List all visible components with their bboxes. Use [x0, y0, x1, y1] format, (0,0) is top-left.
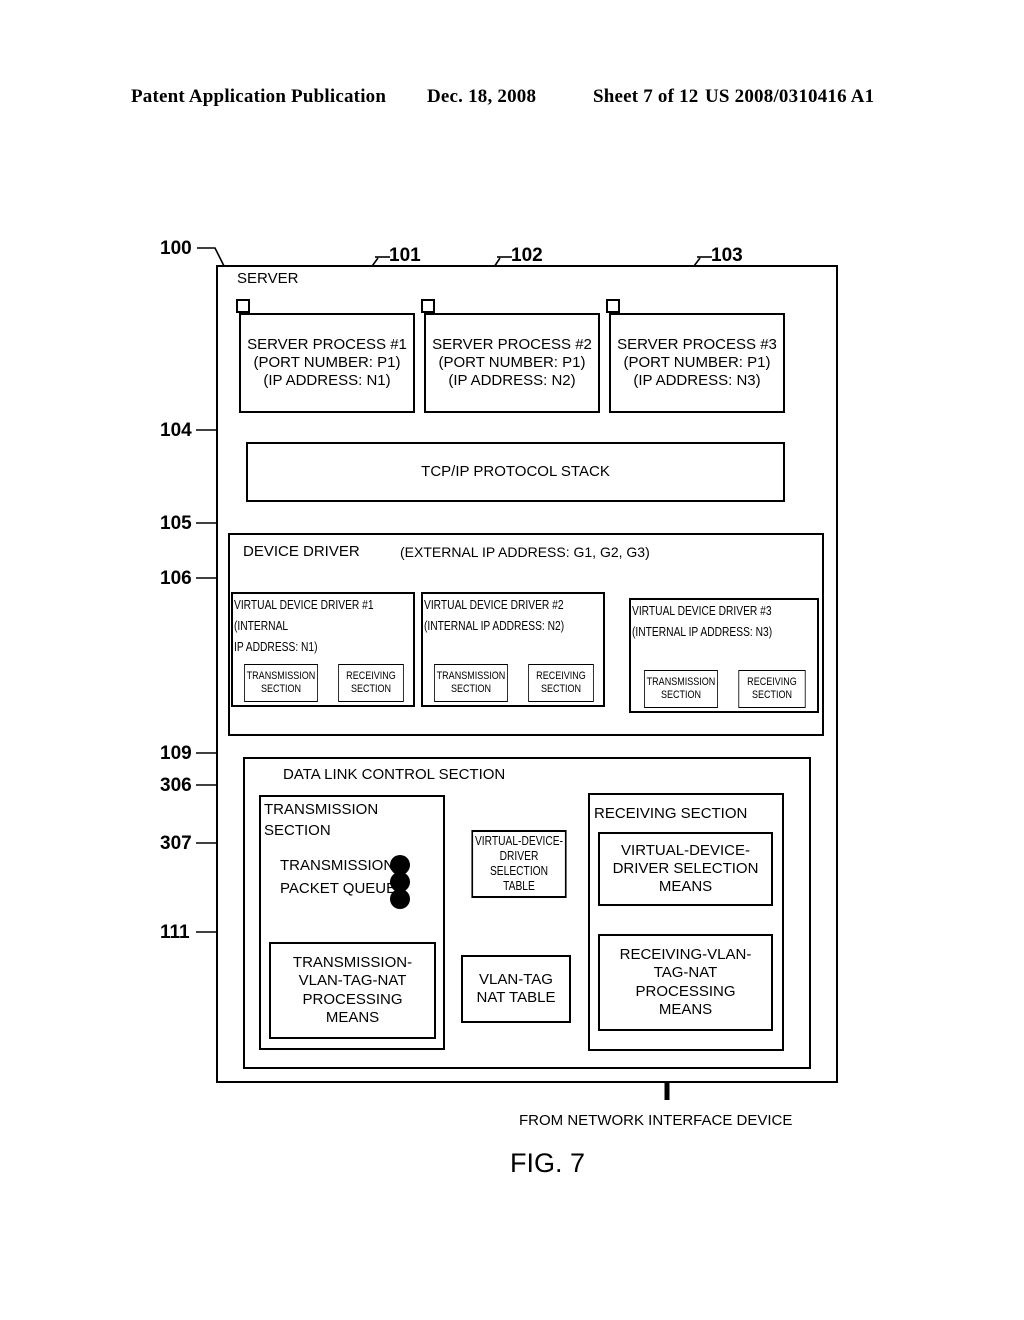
rx-nat-l4: MEANS — [658, 1000, 713, 1018]
queue-packet-dot-3 — [390, 889, 410, 909]
transmission-vlan-tag-nat-processing-means: TRANSMISSION- VLAN-TAG-NAT PROCESSING ME… — [269, 942, 436, 1039]
figure-label: FIG. 7 — [510, 1148, 586, 1178]
server-process-3-ip: (IP ADDRESS: N3) — [633, 372, 761, 390]
vdd-2-rx-line1: RECEIVING — [536, 669, 586, 682]
receiving-section-title: RECEIVING SECTION — [594, 805, 748, 822]
virtual-device-driver-selection-means: VIRTUAL-DEVICE- DRIVER SELECTION MEANS — [598, 832, 773, 906]
vdd-selection-means-l2: DRIVER SELECTION — [612, 859, 759, 877]
vdd-3-tx-line1: TRANSMISSION — [646, 675, 716, 688]
tx-nat-l3: PROCESSING — [302, 990, 403, 1008]
transmission-packet-queue-l1: TRANSMISSION — [280, 857, 395, 874]
tx-nat-l4: MEANS — [325, 1008, 380, 1026]
vlan-tag-nat-table-l2: NAT TABLE — [476, 989, 556, 1006]
process-tab-icon-1 — [236, 299, 250, 313]
patent-figure-page: Patent Application Publication Dec. 18, … — [0, 0, 1024, 1320]
process-tab-icon-3 — [606, 299, 620, 313]
vdd-1-tx-line1: TRANSMISSION — [246, 669, 316, 682]
ref-101: 101 — [389, 245, 421, 266]
vlan-tag-nat-table-l1: VLAN-TAG — [479, 970, 553, 988]
server-process-1-ip: (IP ADDRESS: N1) — [263, 372, 391, 390]
server-process-2-ip: (IP ADDRESS: N2) — [448, 372, 576, 390]
tcpip-label: TCP/IP PROTOCOL STACK — [421, 462, 610, 480]
vdd-3-receiving-section: RECEIVING SECTION — [738, 670, 806, 708]
tcpip-protocol-stack: TCP/IP PROTOCOL STACK — [246, 442, 785, 502]
server-process-2-port: (PORT NUMBER: P1) — [438, 353, 586, 371]
vdd-2-tx-line2: SECTION — [450, 683, 492, 695]
vdd-1-receiving-section: RECEIVING SECTION — [338, 664, 404, 702]
vdd-1-rx-line1: RECEIVING — [346, 669, 396, 682]
server-process-3: SERVER PROCESS #3 (PORT NUMBER: P1) (IP … — [609, 313, 785, 413]
ref-105: 105 — [160, 513, 192, 534]
transmission-section-title-l1: TRANSMISSION — [264, 801, 379, 818]
virtual-device-driver-selection-table: VIRTUAL-DEVICE- DRIVER SELECTION TABLE — [471, 830, 567, 898]
vdd-selection-table-l2: DRIVER SELECTION — [489, 848, 549, 878]
rx-nat-l1: RECEIVING-VLAN- — [619, 945, 752, 963]
server-process-1-port: (PORT NUMBER: P1) — [253, 353, 401, 371]
receiving-vlan-tag-nat-processing-means: RECEIVING-VLAN- TAG-NAT PROCESSING MEANS — [598, 934, 773, 1031]
vdd-2-receiving-section: RECEIVING SECTION — [528, 664, 594, 702]
ref-104: 104 — [160, 420, 192, 441]
server-process-2-name: SERVER PROCESS #2 — [432, 335, 592, 353]
vdd-1-internal-ip-line1: (INTERNAL — [234, 619, 289, 633]
process-tab-icon-2 — [421, 299, 435, 313]
ref-103: 103 — [711, 245, 743, 266]
vdd-2-internal-ip-line1: (INTERNAL IP ADDRESS: N2) — [424, 619, 565, 633]
vdd-2-rx-line2: SECTION — [540, 683, 582, 695]
server-process-2: SERVER PROCESS #2 (PORT NUMBER: P1) (IP … — [424, 313, 600, 413]
vdd-selection-means-l1: VIRTUAL-DEVICE- — [621, 841, 750, 859]
vdd-1-tx-line2: SECTION — [260, 683, 302, 695]
vdd-3-tx-line2: SECTION — [660, 689, 702, 701]
vdd-3-rx-line1: RECEIVING — [747, 675, 797, 688]
ref-106: 106 — [160, 568, 192, 589]
vdd-3-transmission-section: TRANSMISSION SECTION — [644, 670, 718, 708]
rx-nat-l3: PROCESSING — [635, 982, 736, 1000]
ref-109: 109 — [160, 743, 192, 764]
vdd-selection-table-l3: TABLE — [503, 879, 535, 894]
vdd-3-rx-line2: SECTION — [751, 689, 793, 701]
ref-307: 307 — [160, 833, 192, 854]
vdd-1-rx-line2: SECTION — [350, 683, 392, 695]
transmission-section-title-l2: SECTION — [264, 822, 331, 839]
server-process-1-name: SERVER PROCESS #1 — [247, 335, 407, 353]
ref-100: 100 — [160, 238, 192, 259]
vdd-3-title: VIRTUAL DEVICE DRIVER #3 — [632, 604, 772, 618]
server-process-3-port: (PORT NUMBER: P1) — [623, 353, 771, 371]
vdd-1-transmission-section: TRANSMISSION SECTION — [244, 664, 318, 702]
header-sheet: Sheet 7 of 12 — [593, 86, 699, 107]
vdd-2-tx-line1: TRANSMISSION — [436, 669, 506, 682]
vdd-1-internal-ip-line2: IP ADDRESS: N1) — [234, 640, 318, 654]
vdd-3-internal-ip-line1: (INTERNAL IP ADDRESS: N3) — [632, 625, 773, 639]
device-driver-title: DEVICE DRIVER — [243, 543, 360, 560]
server-process-3-name: SERVER PROCESS #3 — [617, 335, 777, 353]
server-process-1: SERVER PROCESS #1 (PORT NUMBER: P1) (IP … — [239, 313, 415, 413]
vlan-tag-nat-table: VLAN-TAG NAT TABLE — [461, 955, 571, 1023]
header-patent-number: US 2008/0310416 A1 — [705, 86, 875, 107]
device-driver-external-ip: (EXTERNAL IP ADDRESS: G1, G2, G3) — [400, 544, 650, 560]
server-title: SERVER — [237, 270, 299, 287]
tx-nat-l2: VLAN-TAG-NAT — [298, 972, 407, 990]
rx-nat-l2: TAG-NAT — [653, 964, 718, 982]
header-publication: Patent Application Publication — [131, 86, 387, 107]
ref-111: 111 — [160, 922, 190, 943]
data-link-title: DATA LINK CONTROL SECTION — [283, 766, 506, 783]
ref-306: 306 — [160, 775, 192, 796]
vdd-selection-means-l3: MEANS — [658, 878, 713, 896]
vdd-1-title: VIRTUAL DEVICE DRIVER #1 — [234, 598, 374, 612]
tx-nat-l1: TRANSMISSION- — [292, 953, 413, 971]
vdd-2-title: VIRTUAL DEVICE DRIVER #2 — [424, 598, 564, 612]
transmission-packet-queue-l2: PACKET QUEUE — [280, 880, 397, 897]
page-header: Patent Application Publication Dec. 18, … — [0, 86, 1024, 112]
header-date: Dec. 18, 2008 — [427, 86, 537, 107]
ref-102: 102 — [511, 245, 543, 266]
vdd-selection-table-l1: VIRTUAL-DEVICE- — [474, 833, 564, 848]
from-network-interface-device-caption: FROM NETWORK INTERFACE DEVICE — [519, 1112, 793, 1129]
vdd-2-transmission-section: TRANSMISSION SECTION — [434, 664, 508, 702]
